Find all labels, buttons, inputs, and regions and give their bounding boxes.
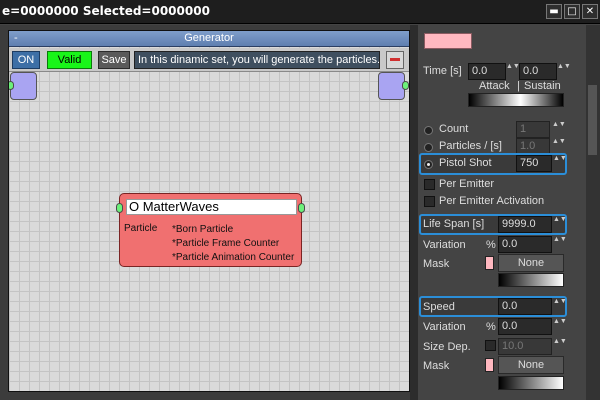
time-sustain-spinner-icon[interactable]: ▲▼ bbox=[557, 63, 571, 80]
attack-sustain-divider: | bbox=[517, 80, 520, 92]
save-button[interactable]: Save bbox=[98, 51, 130, 69]
life-variation-spinner-icon[interactable]: ▲▼ bbox=[553, 236, 567, 253]
node-input-port[interactable] bbox=[116, 203, 123, 213]
on-button[interactable]: ON bbox=[12, 51, 40, 69]
properties-panel: Time [s] 0.0 ▲▼ 0.0 ▲▼ Attack | Sustain … bbox=[418, 25, 586, 400]
pistol-shot-spinner-icon[interactable]: ▲▼ bbox=[553, 155, 567, 172]
attack-label: Attack bbox=[479, 80, 510, 92]
life-variation-input[interactable]: 0.0 bbox=[498, 236, 552, 253]
input-port-dot[interactable] bbox=[9, 81, 14, 90]
life-mask-label: Mask bbox=[423, 258, 450, 270]
speed-label: Speed bbox=[423, 301, 455, 313]
life-span-input[interactable]: 9999.0 bbox=[498, 216, 552, 233]
size-dep-spinner-icon[interactable]: ▲▼ bbox=[553, 338, 567, 355]
description-field[interactable]: In this dinamic set, you will generate t… bbox=[134, 51, 380, 69]
remove-button[interactable] bbox=[386, 51, 404, 69]
particles-per-second-radio[interactable] bbox=[424, 143, 433, 152]
per-emitter-checkbox[interactable] bbox=[424, 179, 435, 190]
life-mask-swatch[interactable] bbox=[485, 256, 494, 270]
speed-variation-percent: % bbox=[486, 321, 496, 333]
speed-variation-label: Variation bbox=[423, 321, 466, 333]
time-attack-input[interactable]: 0.0 bbox=[468, 63, 506, 80]
pistol-shot-input[interactable]: 750 bbox=[516, 155, 552, 172]
speed-mask-label: Mask bbox=[423, 360, 450, 372]
per-emitter-activation-label: Per Emitter Activation bbox=[439, 195, 545, 207]
speed-spinner-icon[interactable]: ▲▼ bbox=[553, 298, 567, 315]
node-output-line: *Born Particle bbox=[172, 224, 234, 235]
node-output-line: *Particle Animation Counter bbox=[172, 252, 295, 263]
graph-canvas[interactable]: - Generator ON Valid Save In this dinami… bbox=[8, 30, 410, 392]
life-span-spinner-icon[interactable]: ▲▼ bbox=[553, 216, 567, 233]
output-port-dot[interactable] bbox=[402, 81, 409, 90]
scrollbar-thumb[interactable] bbox=[588, 85, 597, 155]
time-attack-spinner-icon[interactable]: ▲▼ bbox=[506, 63, 520, 80]
speed-mask-none-button[interactable]: None bbox=[498, 356, 564, 374]
panel-separator[interactable] bbox=[410, 25, 418, 400]
input-port-block[interactable] bbox=[9, 72, 37, 100]
speed-input[interactable]: 0.0 bbox=[498, 298, 552, 315]
generator-toolbar: ON Valid Save In this dinamic set, you w… bbox=[9, 48, 409, 72]
window-titlebar: e=0000000 Selected=0000000 ▬ □ ✕ bbox=[0, 0, 600, 24]
color-swatch-button[interactable] bbox=[424, 33, 472, 49]
size-dep-label: Size Dep. bbox=[423, 341, 471, 353]
node-output-port[interactable] bbox=[298, 203, 305, 213]
life-span-label: Life Span [s] bbox=[423, 218, 485, 230]
count-label: Count bbox=[439, 123, 469, 135]
time-label: Time [s] bbox=[423, 65, 462, 77]
pistol-shot-radio[interactable] bbox=[424, 160, 433, 169]
matterwaves-node[interactable]: O MatterWaves Particle *Born Particle *P… bbox=[116, 193, 305, 267]
particles-per-second-label: Particles / [s] bbox=[439, 140, 502, 152]
size-dep-checkbox[interactable] bbox=[485, 340, 496, 351]
count-spinner-icon[interactable]: ▲▼ bbox=[552, 121, 566, 138]
count-radio[interactable] bbox=[424, 126, 433, 135]
speed-variation-input[interactable]: 0.0 bbox=[498, 318, 552, 335]
output-port-block[interactable] bbox=[378, 72, 409, 100]
node-output-list: *Born Particle *Particle Frame Counter *… bbox=[172, 223, 294, 265]
collapse-icon[interactable]: - bbox=[14, 31, 18, 46]
panel-scrollbar[interactable] bbox=[586, 25, 600, 400]
time-sustain-input[interactable]: 0.0 bbox=[519, 63, 557, 80]
count-input[interactable]: 1 bbox=[516, 121, 550, 138]
node-row-label: Particle bbox=[124, 223, 158, 234]
sustain-label: Sustain bbox=[524, 80, 561, 92]
life-variation-percent: % bbox=[486, 239, 496, 251]
maximize-button[interactable]: □ bbox=[564, 4, 580, 19]
pistol-shot-label: Pistol Shot bbox=[439, 157, 492, 169]
close-button[interactable]: ✕ bbox=[582, 4, 598, 19]
generator-header: - Generator bbox=[9, 31, 409, 47]
minus-icon bbox=[390, 58, 400, 61]
node-title[interactable]: O MatterWaves bbox=[126, 199, 297, 215]
speed-mask-gradient[interactable] bbox=[498, 376, 564, 390]
envelope-gradient[interactable] bbox=[468, 93, 564, 107]
generator-title: Generator bbox=[184, 32, 234, 44]
speed-variation-spinner-icon[interactable]: ▲▼ bbox=[553, 318, 567, 335]
speed-mask-swatch[interactable] bbox=[485, 358, 494, 372]
minimize-button[interactable]: ▬ bbox=[546, 4, 562, 19]
life-variation-label: Variation bbox=[423, 239, 466, 251]
valid-button[interactable]: Valid bbox=[47, 51, 92, 69]
node-output-line: *Particle Frame Counter bbox=[172, 238, 280, 249]
window-title: e=0000000 Selected=0000000 bbox=[2, 4, 210, 18]
per-emitter-activation-checkbox[interactable] bbox=[424, 196, 435, 207]
per-emitter-label: Per Emitter bbox=[439, 178, 495, 190]
life-mask-none-button[interactable]: None bbox=[498, 254, 564, 272]
life-mask-gradient[interactable] bbox=[498, 273, 564, 287]
size-dep-input[interactable]: 10.0 bbox=[498, 338, 552, 355]
